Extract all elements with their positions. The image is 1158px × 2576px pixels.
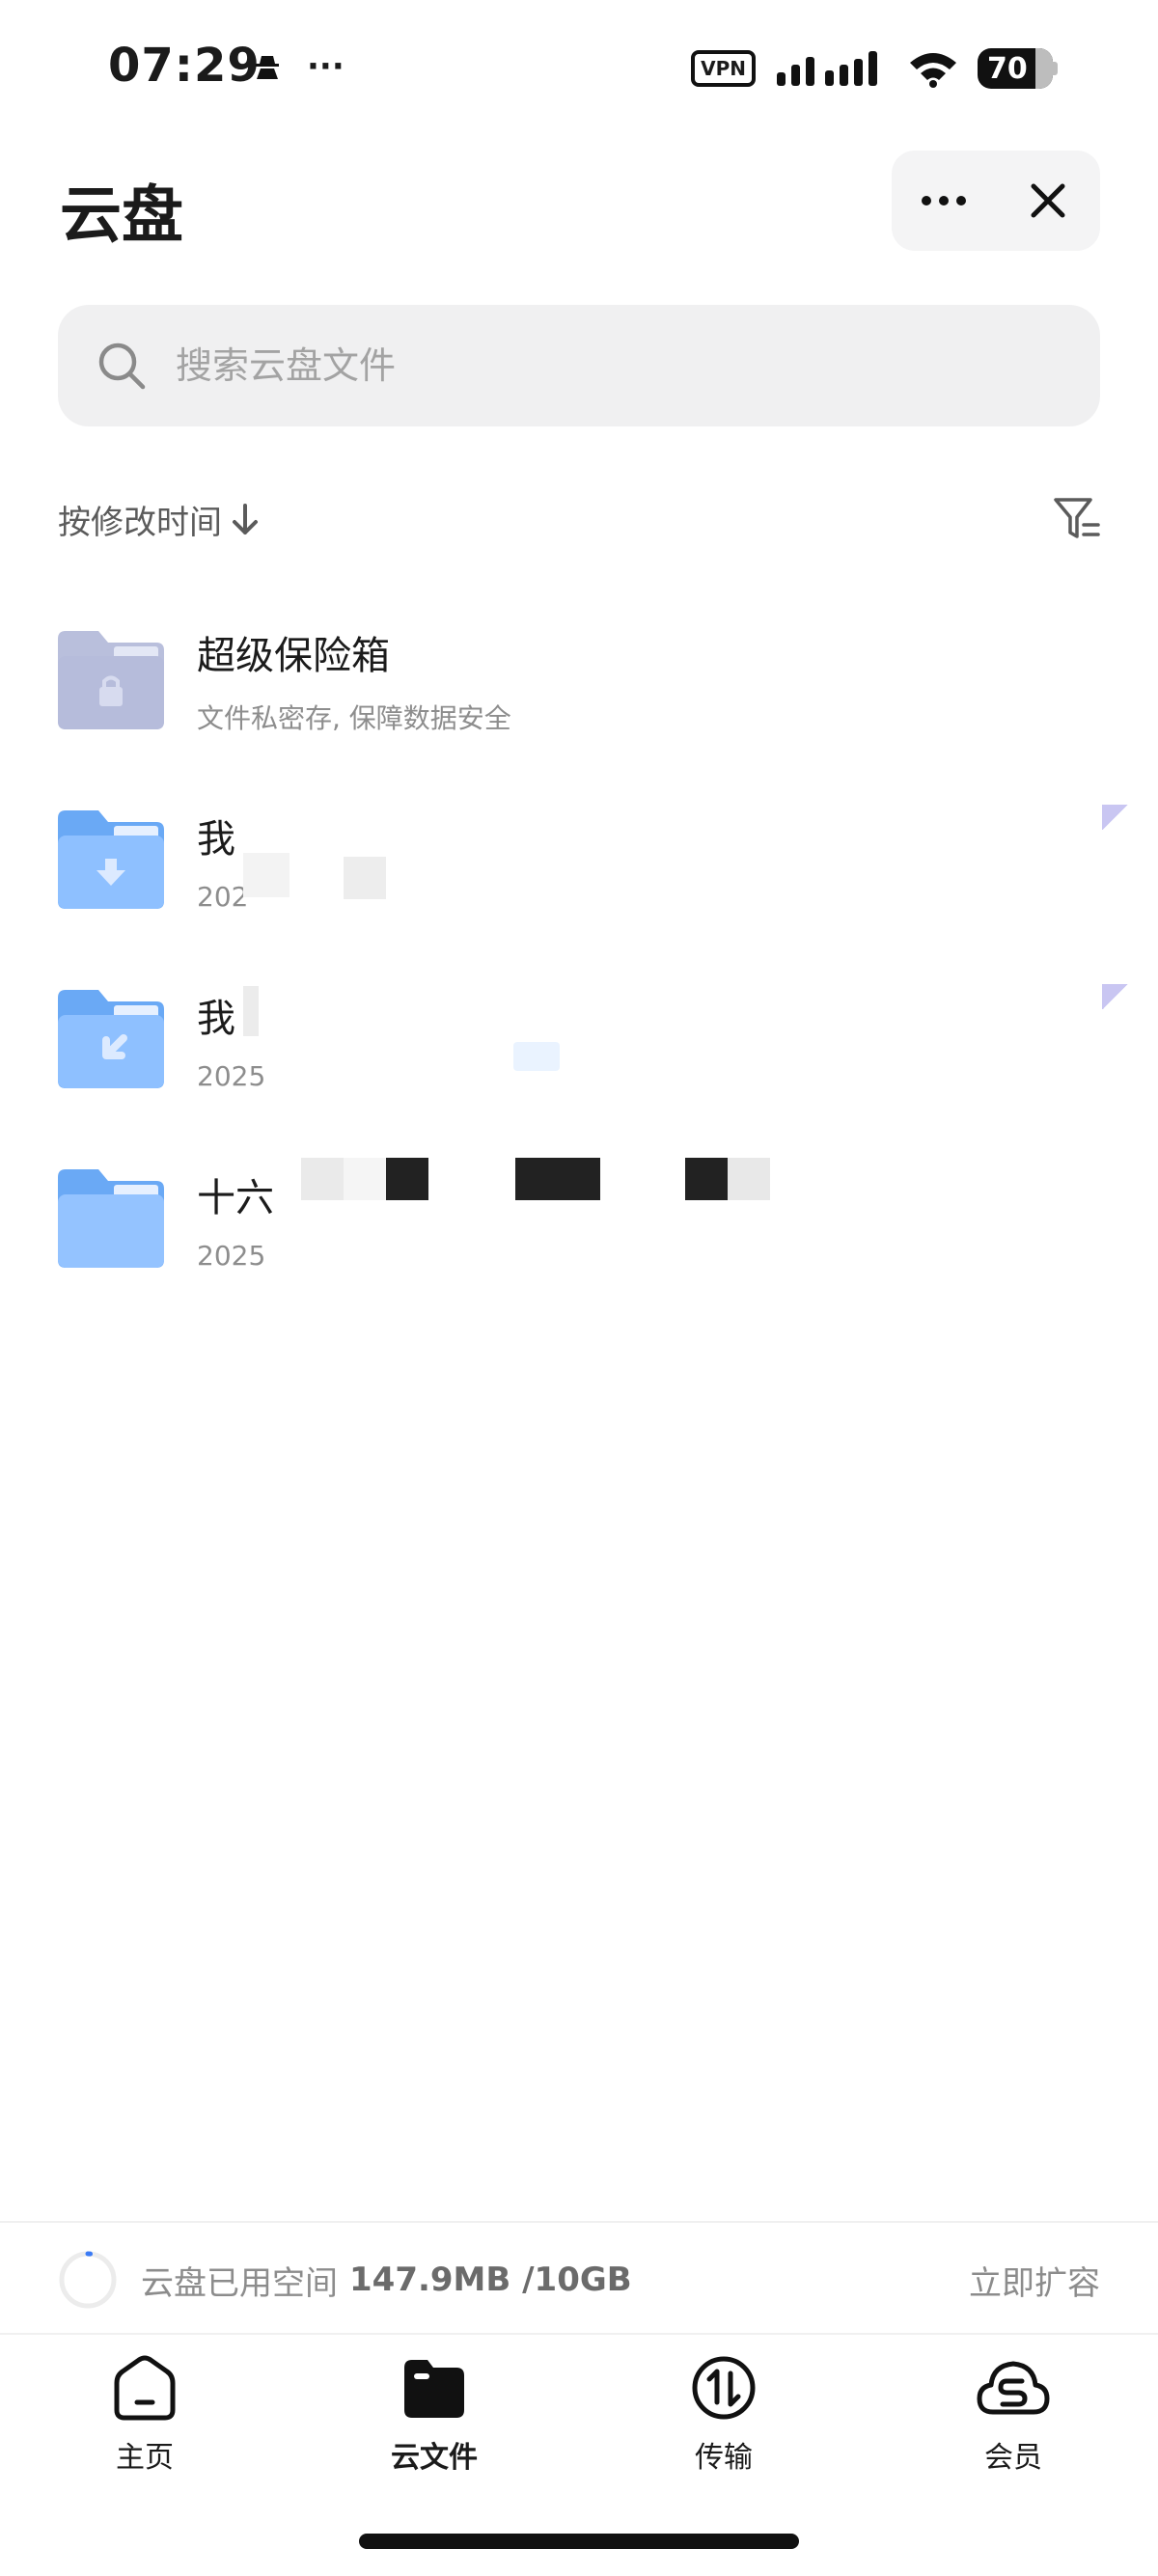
nav-label: 云文件: [391, 2441, 478, 2475]
redacted-block: [344, 857, 386, 899]
redacted-block: [1102, 984, 1129, 1009]
more-notifications-icon: ···: [307, 47, 345, 86]
transfer-icon: [692, 2356, 756, 2420]
redacted-block: [301, 1158, 344, 1200]
storage-value: 147.9MB /10GB: [349, 2261, 632, 2299]
nav-item-cloud-files[interactable]: 云文件: [290, 2354, 579, 2489]
redacted-block: [386, 1158, 428, 1200]
battery-indicator: 70: [978, 48, 1053, 89]
nav-label: 主页: [116, 2441, 174, 2475]
redacted-block: [515, 1158, 600, 1200]
sort-label: 按修改时间: [58, 504, 222, 542]
filter-button[interactable]: [1052, 494, 1102, 544]
download-folder-icon: [58, 810, 164, 909]
arrow-down-icon: [233, 503, 258, 534]
redacted-block: [344, 1158, 386, 1200]
nav-item-vip[interactable]: 会员: [868, 2354, 1158, 2489]
storage-progress-ring: [59, 2251, 117, 2309]
safe-folder-icon: [58, 631, 164, 729]
filter-icon: [1054, 498, 1100, 538]
redacted-block: [1102, 805, 1129, 830]
redacted-block: [243, 853, 290, 897]
storage-label: 云盘已用空间: [141, 2263, 338, 2303]
vip-cloud-icon: [977, 2361, 1050, 2415]
close-button[interactable]: [1009, 162, 1087, 239]
file-name: 超级保险箱: [197, 634, 390, 678]
status-right-icons: VPN 70: [691, 48, 1058, 89]
divider: [0, 2333, 1158, 2335]
more-button[interactable]: [905, 162, 982, 239]
cloud-files-icon: [404, 2360, 464, 2418]
file-subtitle: 202: [197, 880, 249, 913]
redacted-block: [685, 1158, 728, 1200]
list-item-download-folder[interactable]: 我 202: [58, 797, 1129, 922]
redacted-block: [728, 1158, 770, 1200]
expand-storage-link[interactable]: 立即扩容: [969, 2257, 1100, 2304]
file-subtitle: 2025: [197, 1059, 266, 1092]
sort-selector[interactable]: 按修改时间: [58, 496, 259, 543]
nav-item-home[interactable]: 主页: [0, 2354, 290, 2489]
more-horizontal-icon: [922, 196, 966, 206]
status-time: 07:29: [108, 39, 261, 93]
header-action-group: [892, 151, 1100, 251]
incognito-icon: [256, 56, 279, 79]
nav-label: 会员: [984, 2441, 1042, 2475]
home-indicator[interactable]: [359, 2534, 799, 2549]
vpn-badge: VPN: [691, 50, 756, 87]
page-title: 云盘: [60, 180, 183, 252]
list-item-safe-box[interactable]: 超级保险箱 文件私密存, 保障数据安全: [58, 617, 1100, 743]
search-input[interactable]: [174, 343, 1046, 388]
storage-usage-row: 云盘已用空间 147.9MB /10GB 立即扩容: [58, 2248, 1100, 2312]
list-item-folder[interactable]: 十六 2025: [58, 1156, 1100, 1281]
folder-icon: [58, 1169, 164, 1268]
home-icon: [114, 2355, 176, 2421]
redacted-block: [513, 1042, 560, 1071]
divider: [0, 2221, 1158, 2223]
search-icon: [98, 343, 146, 390]
close-icon: [1031, 183, 1065, 218]
list-item-shared-folder[interactable]: 我 2025: [58, 976, 1129, 1102]
shared-folder-icon: [58, 990, 164, 1088]
file-name: 十六: [197, 1175, 274, 1220]
file-subtitle: 文件私密存, 保障数据安全: [197, 702, 511, 734]
file-name: 我: [197, 816, 235, 862]
nav-label: 传输: [695, 2441, 753, 2475]
search-bar[interactable]: [58, 305, 1100, 426]
redacted-block: [243, 986, 259, 1036]
bottom-nav: 主页 云文件 传输 会员: [0, 2354, 1158, 2489]
status-left-icons: ···: [253, 47, 345, 86]
signal-icon: [777, 51, 877, 86]
file-subtitle: 2025: [197, 1239, 266, 1272]
nav-item-transfer[interactable]: 传输: [579, 2354, 868, 2489]
wifi-icon: [910, 53, 956, 88]
